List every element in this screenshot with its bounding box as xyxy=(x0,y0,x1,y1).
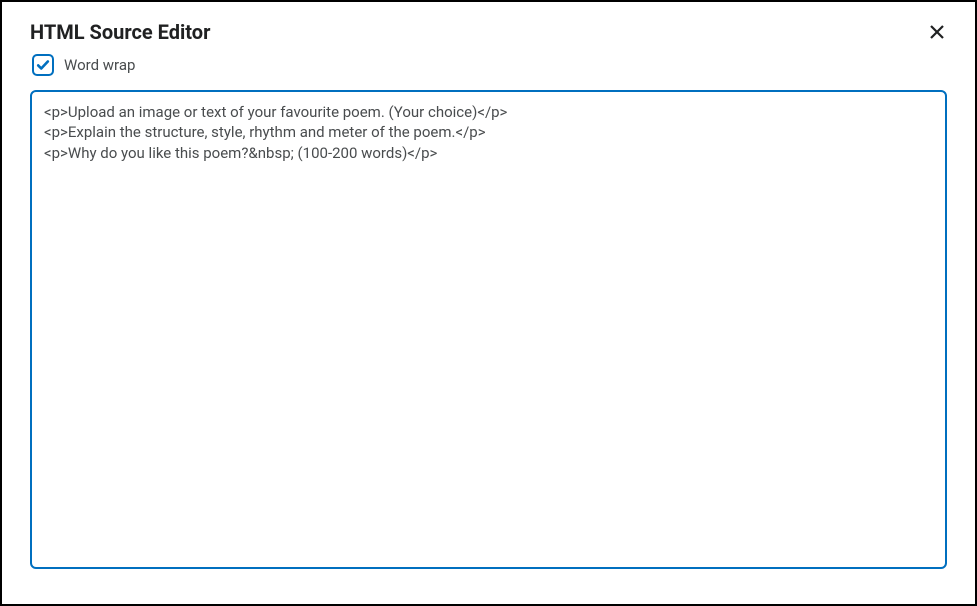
close-icon xyxy=(929,24,945,40)
wordwrap-label: Word wrap xyxy=(64,56,135,74)
html-source-textarea[interactable] xyxy=(30,90,947,569)
dialog-title: HTML Source Editor xyxy=(30,20,210,44)
wordwrap-option: Word wrap xyxy=(30,54,947,76)
dialog-header: HTML Source Editor xyxy=(30,20,947,44)
close-button[interactable] xyxy=(927,22,947,42)
wordwrap-checkbox[interactable] xyxy=(32,54,54,76)
dialog-container: HTML Source Editor Word wrap xyxy=(0,0,977,606)
checkmark-icon xyxy=(36,58,50,72)
